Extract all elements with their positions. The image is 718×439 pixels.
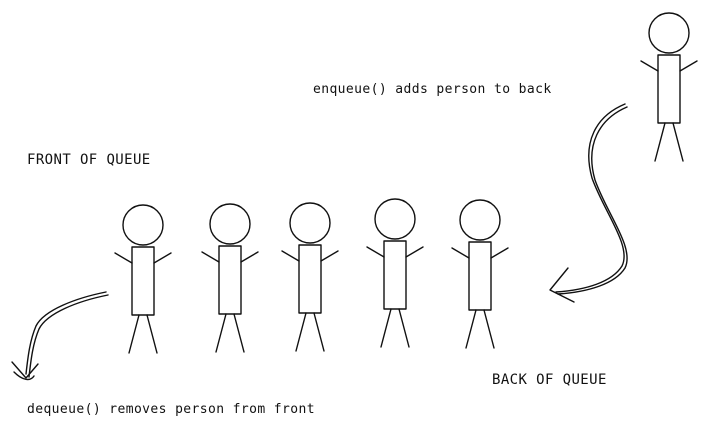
queue-diagram: FRONT OF QUEUE BACK OF QUEUE enqueue() a… bbox=[0, 0, 718, 434]
queue-sketch bbox=[11, 12, 698, 381]
dequeue-label: dequeue() removes person from front bbox=[27, 402, 315, 417]
person-5-back bbox=[451, 199, 509, 349]
back-of-queue-label: BACK OF QUEUE bbox=[492, 372, 607, 388]
person-2 bbox=[201, 203, 259, 353]
dequeue-arrow bbox=[11, 291, 109, 381]
person-4 bbox=[366, 198, 424, 348]
incoming-person bbox=[640, 12, 698, 162]
person-3 bbox=[281, 202, 339, 352]
enqueue-label: enqueue() adds person to back bbox=[313, 82, 552, 97]
front-of-queue-label: FRONT OF QUEUE bbox=[27, 152, 151, 168]
person-1-front bbox=[114, 204, 172, 354]
enqueue-arrow bbox=[549, 103, 628, 303]
